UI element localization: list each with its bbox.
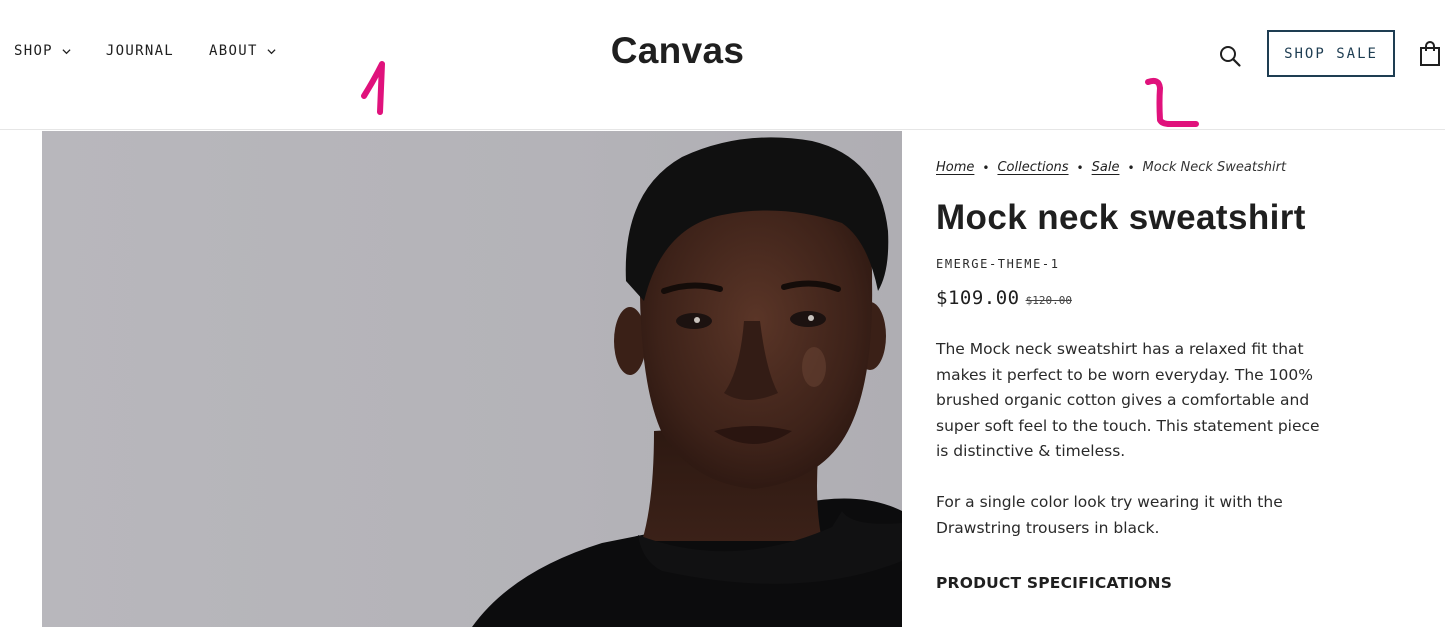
product-sku: EMERGE-THEME-1 [936, 257, 1060, 271]
breadcrumb-current: Mock Neck Sweatshirt [1142, 160, 1287, 175]
sale-price: $109.00 [936, 287, 1020, 309]
breadcrumb-link-home[interactable]: Home [936, 160, 974, 175]
product-description: The Mock neck sweatshirt has a relaxed f… [936, 340, 1320, 461]
model-portrait [472, 137, 902, 627]
product-info: Home • Collections • Sale • Mock Neck Sw… [936, 160, 1356, 592]
breadcrumb-separator: • [982, 160, 990, 175]
breadcrumb-separator: • [1076, 160, 1084, 175]
site-logo[interactable]: Canvas [0, 30, 1355, 72]
cart-button[interactable] [1419, 41, 1441, 67]
search-button[interactable] [1218, 44, 1242, 68]
compare-at-price: $120.00 [1025, 294, 1072, 307]
shopping-bag-icon [1420, 41, 1440, 66]
breadcrumb-link-sale[interactable]: Sale [1092, 160, 1120, 175]
breadcrumb-link-collections[interactable]: Collections [997, 160, 1068, 175]
site-header: SHOP JOURNAL ABOUT Canvas SHOP SALE [0, 0, 1445, 130]
product-specifications-heading[interactable]: PRODUCT SPECIFICATIONS [936, 574, 1356, 592]
product-title: Mock neck sweatshirt [936, 198, 1306, 237]
product-page: SHOP JOURNAL ABOUT Canvas SHOP SALE Home… [0, 0, 1445, 627]
breadcrumb: Home • Collections • Sale • Mock Neck Sw… [936, 160, 1356, 175]
annotation-mark-1 [361, 61, 385, 115]
search-icon [1220, 46, 1241, 67]
breadcrumb-separator: • [1127, 160, 1135, 175]
product-image[interactable] [42, 131, 902, 627]
annotation-mark-2 [1145, 77, 1199, 127]
product-description-styling: For a single color look try wearing it w… [936, 492, 1283, 537]
shop-sale-button[interactable]: SHOP SALE [1267, 30, 1395, 77]
price-row: $109.00 $120.00 [936, 287, 1356, 309]
